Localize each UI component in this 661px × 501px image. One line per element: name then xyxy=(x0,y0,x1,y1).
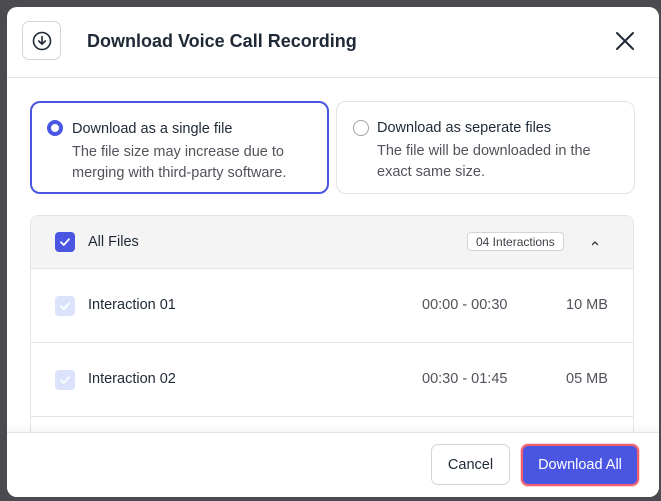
download-icon xyxy=(22,21,61,60)
interaction-size: 10 MB xyxy=(566,297,608,313)
interactions-count-badge: 04 Interactions xyxy=(467,232,564,251)
row-checkbox[interactable] xyxy=(55,370,75,390)
option-description: The file size may increase due to mergin… xyxy=(72,144,287,181)
interaction-time-range: 00:30 - 01:45 xyxy=(422,371,508,387)
table-row[interactable]: Interaction 01 00:00 - 00:30 10 MB xyxy=(31,269,633,343)
interaction-time-range: 00:00 - 00:30 xyxy=(422,297,508,313)
option-single-file[interactable]: Download as a single file The file size … xyxy=(30,101,329,194)
close-icon[interactable] xyxy=(613,29,637,53)
radio-separate-files[interactable] xyxy=(353,120,369,136)
table-row[interactable]: Interaction 02 00:30 - 01:45 05 MB xyxy=(31,343,633,417)
dialog-title: Download Voice Call Recording xyxy=(87,31,357,51)
option-title: Download as seperate files xyxy=(377,120,552,136)
all-files-label: All Files xyxy=(88,234,139,250)
dialog-header: Download Voice Call Recording xyxy=(7,7,659,78)
files-list: All Files 04 Interactions Interaction 01… xyxy=(30,215,634,445)
dialog-footer: Cancel Download All xyxy=(7,432,659,497)
radio-single-file[interactable] xyxy=(47,120,63,136)
cancel-button[interactable]: Cancel xyxy=(431,444,510,485)
interaction-size: 05 MB xyxy=(566,371,608,387)
all-files-checkbox[interactable] xyxy=(55,232,75,252)
chevron-up-icon[interactable] xyxy=(589,236,601,248)
option-description: The file will be downloaded in the exact… xyxy=(377,143,591,180)
option-separate-files[interactable]: Download as seperate files The file will… xyxy=(336,101,635,194)
option-title: Download as a single file xyxy=(72,121,233,137)
interaction-name: Interaction 01 xyxy=(88,297,176,313)
download-all-button[interactable]: Download All xyxy=(521,444,639,486)
download-dialog: Download Voice Call Recording Download a… xyxy=(7,7,659,497)
interaction-name: Interaction 02 xyxy=(88,371,176,387)
row-checkbox[interactable] xyxy=(55,296,75,316)
files-header: All Files 04 Interactions xyxy=(31,216,633,269)
